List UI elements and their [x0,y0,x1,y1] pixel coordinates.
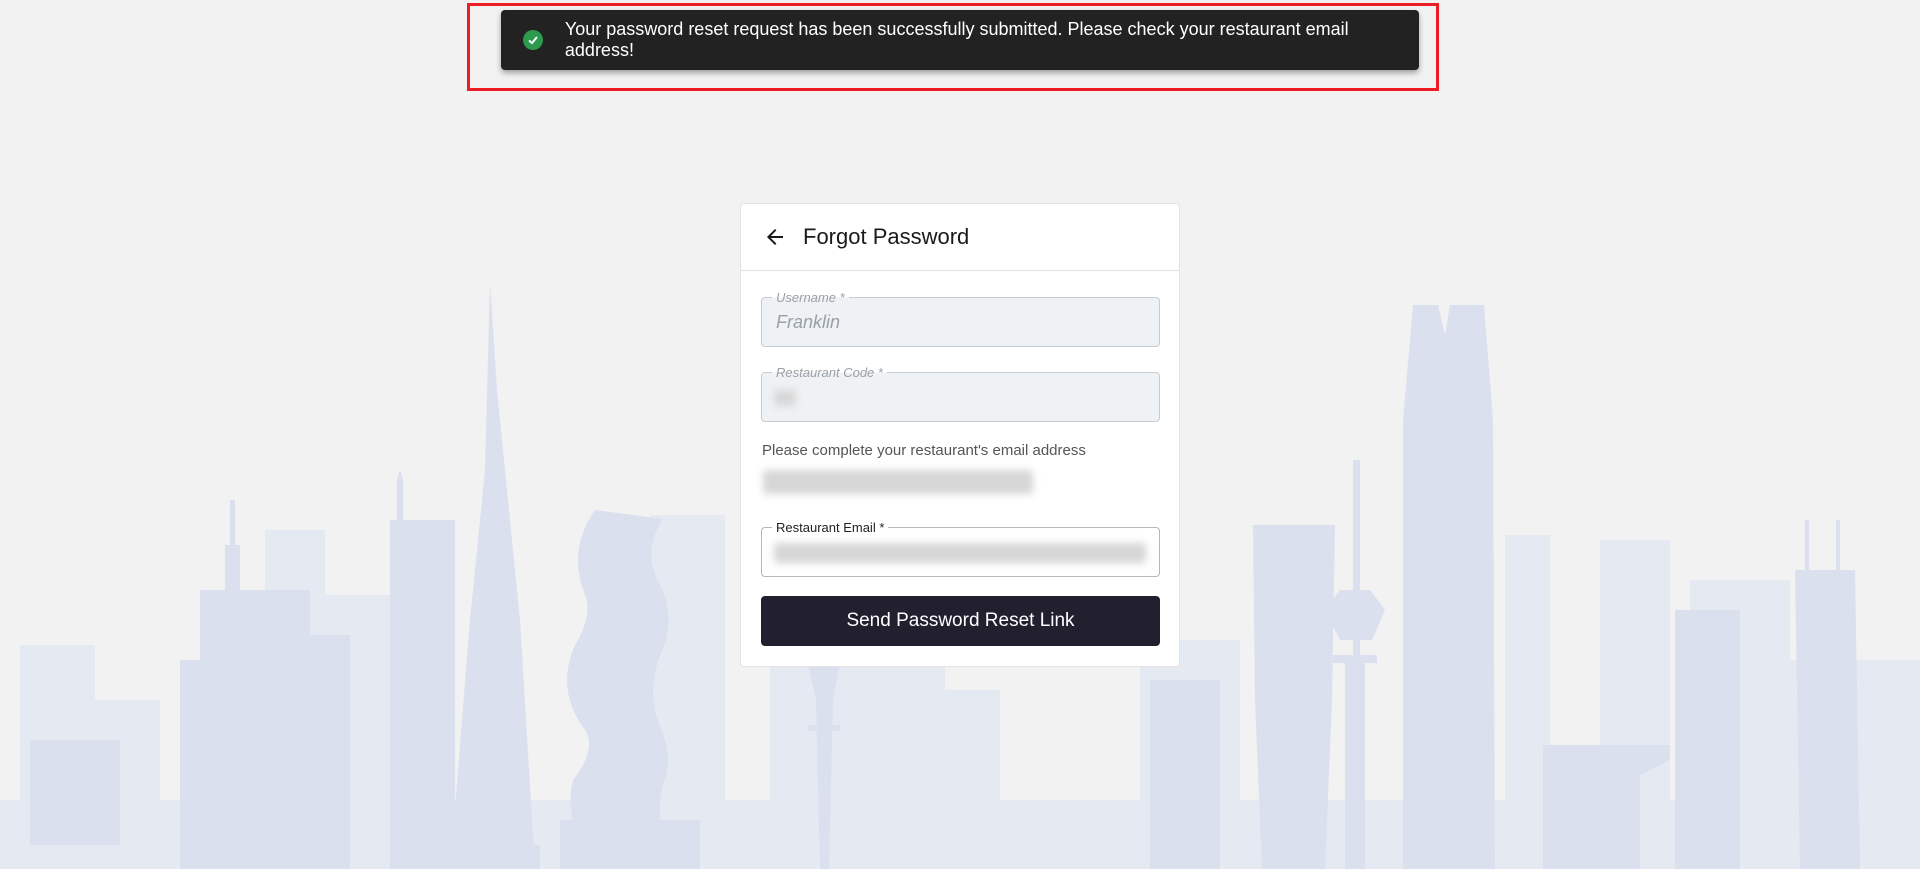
forgot-password-card: Forgot Password Username * Franklin Rest… [740,203,1180,667]
restaurant-code-field: Restaurant Code * [761,365,1160,422]
redacted-restaurant-email[interactable] [774,543,1146,563]
username-label: Username * [772,290,849,305]
toast-message: Your password reset request has been suc… [564,19,1349,60]
card-header: Forgot Password [741,204,1179,271]
success-toast: Your password reset request has been suc… [501,10,1419,70]
username-value: Franklin [776,312,841,332]
send-reset-link-button[interactable]: Send Password Reset Link [761,596,1160,646]
restaurant-email-label: Restaurant Email * [772,520,889,535]
arrow-left-icon[interactable] [763,225,787,249]
email-hint-text: Please complete your restaurant's email … [762,442,1086,459]
redacted-email-hint [763,470,1033,494]
check-circle-icon [523,30,543,50]
username-field: Username * Franklin [761,290,1160,347]
redacted-restaurant-code [774,390,796,406]
restaurant-code-label: Restaurant Code * [772,365,887,380]
restaurant-email-field[interactable]: Restaurant Email * [761,520,1160,577]
page-title: Forgot Password [803,224,970,249]
